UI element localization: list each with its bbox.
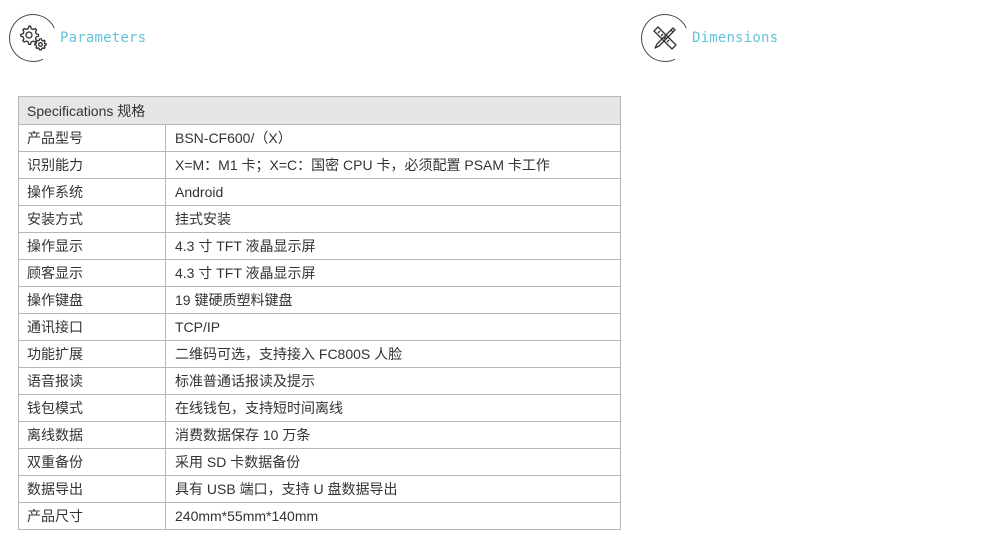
dimensions-icon-circle [634, 7, 696, 69]
spec-value: 标准普通话报读及提示 [165, 367, 621, 395]
spec-label: 操作显示 [18, 232, 166, 260]
spec-label: 产品型号 [18, 124, 166, 152]
dimensions-heading: Dimensions [634, 7, 779, 69]
spec-label: 数据导出 [18, 475, 166, 503]
specifications-table: Specifications 规格 产品型号 BSN-CF600/（X） 识别能力 X… [18, 96, 621, 530]
spec-value: 挂式安装 [165, 205, 621, 233]
spec-label: 操作键盘 [18, 286, 166, 314]
parameters-title: Parameters [60, 30, 147, 46]
spec-label: 语音报读 [18, 367, 166, 395]
spec-value: 在线钱包，支持短时间离线 [165, 394, 621, 422]
spec-value: 4.3 寸 TFT 液晶显示屏 [165, 259, 621, 287]
table-row: 产品型号 BSN-CF600/（X） [18, 124, 621, 152]
gears-icon [20, 25, 47, 51]
spec-label: 安装方式 [18, 205, 166, 233]
parameters-icon-circle [2, 7, 64, 69]
table-header: Specifications 规格 [18, 96, 621, 125]
spec-label: 顾客显示 [18, 259, 166, 287]
page: Parameters Dimensions Specifications 规格 … [0, 0, 990, 560]
spec-value: Android [165, 178, 621, 206]
table-row: 产品尺寸 240mm*55mm*140mm [18, 502, 621, 530]
spec-value: 采用 SD 卡数据备份 [165, 448, 621, 476]
table-row: 识别能力 X=M：M1 卡；X=C：国密 CPU 卡，必须配置 PSAM 卡工作 [18, 151, 621, 179]
table-row: 数据导出 具有 USB 端口，支持 U 盘数据导出 [18, 475, 621, 503]
spec-value: 19 键硬质塑料键盘 [165, 286, 621, 314]
spec-label: 操作系统 [18, 178, 166, 206]
spec-value: TCP/IP [165, 313, 621, 341]
pencil-ruler-icon [653, 26, 677, 50]
spec-label: 识别能力 [18, 151, 166, 179]
dimensions-title: Dimensions [692, 30, 779, 46]
table-row: 双重备份 采用 SD 卡数据备份 [18, 448, 621, 476]
table-row: 操作显示 4.3 寸 TFT 液晶显示屏 [18, 232, 621, 260]
spec-label: 离线数据 [18, 421, 166, 449]
table-row: 功能扩展 二维码可选，支持接入 FC800S 人脸 [18, 340, 621, 368]
spec-label: 功能扩展 [18, 340, 166, 368]
table-row: 钱包模式 在线钱包，支持短时间离线 [18, 394, 621, 422]
spec-value: X=M：M1 卡；X=C：国密 CPU 卡，必须配置 PSAM 卡工作 [165, 151, 621, 179]
table-row: 顾客显示 4.3 寸 TFT 液晶显示屏 [18, 259, 621, 287]
spec-label: 钱包模式 [18, 394, 166, 422]
spec-value: 4.3 寸 TFT 液晶显示屏 [165, 232, 621, 260]
parameters-heading: Parameters [2, 7, 147, 69]
table-row: 安装方式 挂式安装 [18, 205, 621, 233]
table-row: 离线数据 消费数据保存 10 万条 [18, 421, 621, 449]
table-row: 通讯接口 TCP/IP [18, 313, 621, 341]
spec-value: 具有 USB 端口，支持 U 盘数据导出 [165, 475, 621, 503]
spec-value: 二维码可选，支持接入 FC800S 人脸 [165, 340, 621, 368]
spec-label: 通讯接口 [18, 313, 166, 341]
spec-label: 产品尺寸 [18, 502, 166, 530]
table-row: 操作系统 Android [18, 178, 621, 206]
spec-value: 消费数据保存 10 万条 [165, 421, 621, 449]
table-header-row: Specifications 规格 [18, 96, 621, 125]
table-row: 操作键盘 19 键硬质塑料键盘 [18, 286, 621, 314]
spec-value: 240mm*55mm*140mm [165, 502, 621, 530]
table-row: 语音报读 标准普通话报读及提示 [18, 367, 621, 395]
spec-value: BSN-CF600/（X） [165, 124, 621, 152]
spec-label: 双重备份 [18, 448, 166, 476]
